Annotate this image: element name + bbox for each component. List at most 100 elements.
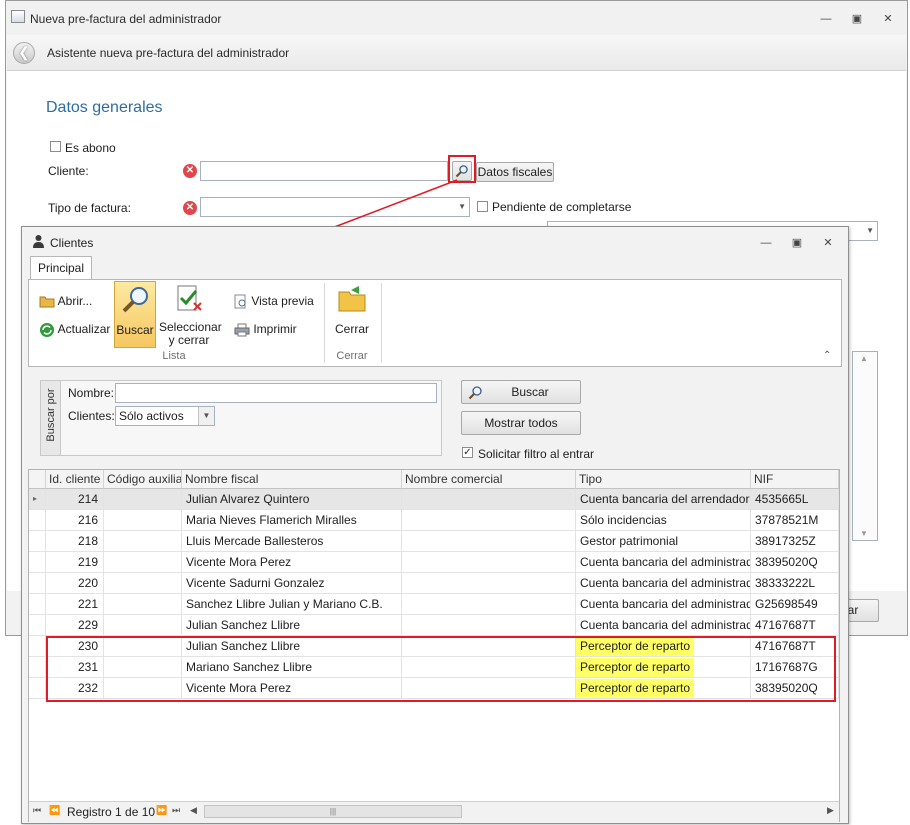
scroll-right-icon[interactable]: ▶ [827, 805, 834, 816]
cell-codigo [104, 510, 182, 530]
collapse-ribbon-icon[interactable]: ⌃ [823, 350, 831, 361]
row-indicator-header [29, 470, 46, 489]
actualizar-label: Actualizar [57, 322, 111, 337]
cell-id: 214 [46, 489, 104, 509]
actualizar-button[interactable]: Actualizar [39, 322, 110, 338]
magnifier-icon [122, 287, 148, 313]
column-header-nombre-comercial[interactable]: Nombre comercial [402, 470, 576, 489]
row-indicator [29, 552, 46, 572]
first-record-icon[interactable]: ⏮ [33, 805, 41, 816]
row-indicator [29, 636, 46, 656]
cell-id: 220 [46, 573, 104, 593]
cell-nombre-fiscal: Maria Nieves Flamerich Miralles [182, 510, 402, 530]
close-icon[interactable]: ✕ [820, 236, 836, 250]
table-row[interactable]: 216 Maria Nieves Flamerich Miralles Sólo i… [29, 510, 839, 531]
cell-id: 218 [46, 531, 104, 551]
ribbon: Abrir... Actualizar Buscar Seleccionar y… [28, 279, 842, 367]
seleccionar-cerrar-button[interactable]: Seleccionar y cerrar [159, 281, 222, 348]
row-indicator [29, 573, 46, 593]
row-indicator [29, 594, 46, 614]
scroll-left-icon[interactable]: ◀ [190, 805, 197, 816]
cell-codigo [104, 594, 182, 614]
preview-icon [234, 294, 246, 309]
dialog-title: Clientes [50, 236, 94, 250]
row-indicator: ▸ [29, 489, 46, 509]
nombre-input[interactable] [115, 383, 437, 403]
group-label-cerrar: Cerrar [336, 350, 368, 362]
magnifier-icon [468, 386, 482, 400]
column-header-codigo[interactable]: Código auxiliar [104, 470, 182, 489]
cell-nif: 38917325Z [751, 531, 839, 551]
cerrar-ribbon-button[interactable]: Cerrar [331, 281, 373, 348]
cell-nombre-fiscal: Lluis Mercade Ballesteros [182, 531, 402, 551]
solicitar-filtro-label: Solicitar filtro al entrar [478, 447, 595, 461]
cell-tipo: Cuenta bancaria del administrador [576, 573, 751, 593]
clientes-dialog: Clientes — ▣ ✕ Principal Abrir... Actual… [21, 226, 849, 824]
search-panel: Buscar por Nombre: Clientes: Sólo activo… [40, 380, 442, 456]
cell-nombre-comercial [402, 531, 576, 551]
vista-previa-label: Vista previa [251, 294, 314, 308]
cell-id: 219 [46, 552, 104, 572]
maximize-icon[interactable]: ▣ [789, 236, 805, 250]
last-record-icon[interactable]: ⏭ [172, 805, 180, 816]
table-row[interactable]: 219 Vicente Mora Perez Cuenta bancaria del… [29, 552, 839, 573]
cell-tipo: Cuenta bancaria del arrendador [576, 489, 751, 509]
imprimir-button[interactable]: Imprimir [234, 322, 297, 337]
solicitar-filtro-checkbox[interactable]: ✓ [462, 447, 473, 458]
next-page-icon[interactable]: ⏩ [156, 805, 167, 816]
cell-codigo [104, 615, 182, 635]
abrir-label: Abrir... [57, 294, 93, 308]
cell-tipo: Sólo incidencias [576, 510, 751, 530]
seleccionar-label-2: y cerrar [168, 333, 210, 347]
select-check-icon [177, 285, 202, 311]
buscar-button[interactable]: Buscar [461, 380, 581, 404]
record-counter: Registro 1 de 10 [67, 805, 156, 819]
cell-nombre-fiscal: Vicente Sadurni Gonzalez [182, 573, 402, 593]
cell-id: 216 [46, 510, 104, 530]
column-header-nombre-fiscal[interactable]: Nombre fiscal [182, 470, 402, 489]
cell-codigo [104, 552, 182, 572]
refresh-icon [40, 323, 54, 337]
cell-nombre-fiscal: Vicente Mora Perez [182, 552, 402, 572]
mostrar-todos-button[interactable]: Mostrar todos [461, 411, 581, 435]
cell-nombre-comercial [402, 489, 576, 509]
folder-exit-icon [338, 286, 366, 312]
tab-principal[interactable]: Principal [30, 256, 92, 280]
cell-nombre-comercial [402, 573, 576, 593]
row-indicator [29, 615, 46, 635]
cell-tipo: Cuenta bancaria del administrador [576, 552, 751, 572]
column-header-nif[interactable]: NIF [751, 470, 839, 489]
minimize-icon[interactable]: — [758, 236, 774, 250]
cell-codigo [104, 573, 182, 593]
cell-nombre-comercial [402, 615, 576, 635]
annotation-rows-box [46, 636, 836, 702]
imprimir-label: Imprimir [253, 322, 297, 336]
cell-nif: 38395020Q [751, 552, 839, 572]
clientes-select[interactable]: Sólo activos ▼ [115, 406, 215, 426]
table-row[interactable]: 221 Sanchez Llibre Julian y Mariano C.B. C… [29, 594, 839, 615]
prev-page-icon[interactable]: ⏪ [49, 805, 60, 816]
column-header-id[interactable]: Id. cliente [46, 470, 104, 489]
abrir-button[interactable]: Abrir... [39, 294, 92, 308]
table-row[interactable]: ▸ 214 Julian Alvarez Quintero Cuenta bancar… [29, 489, 839, 510]
cell-nombre-comercial [402, 552, 576, 572]
row-indicator [29, 657, 46, 677]
table-row[interactable]: 218 Lluis Mercade Ballesteros Gestor patri… [29, 531, 839, 552]
nombre-label: Nombre: [68, 386, 115, 400]
table-row[interactable]: 220 Vicente Sadurni Gonzalez Cuenta bancar… [29, 573, 839, 594]
vista-previa-button[interactable]: Vista previa [234, 294, 314, 309]
buscar-label: Buscar [116, 323, 154, 337]
chevron-down-icon: ▼ [198, 407, 214, 425]
buscar-ribbon-button[interactable]: Buscar [114, 281, 156, 348]
user-icon [32, 234, 45, 251]
group-label-lista: Lista [162, 350, 186, 362]
column-header-tipo[interactable]: Tipo [576, 470, 751, 489]
cell-nombre-comercial [402, 594, 576, 614]
cell-id: 229 [46, 615, 104, 635]
grid-navigator: ⏮ ⏪ Registro 1 de 10 ⏩ ⏭ ◀ ||| ▶ [29, 801, 839, 822]
cell-codigo [104, 531, 182, 551]
table-row[interactable]: 229 Julian Sanchez Llibre Cuenta bancaria … [29, 615, 839, 636]
horizontal-scrollbar-thumb[interactable]: ||| [204, 805, 462, 818]
cell-nif: 37878521M [751, 510, 839, 530]
cell-nombre-fiscal: Sanchez Llibre Julian y Mariano C.B. [182, 594, 402, 614]
